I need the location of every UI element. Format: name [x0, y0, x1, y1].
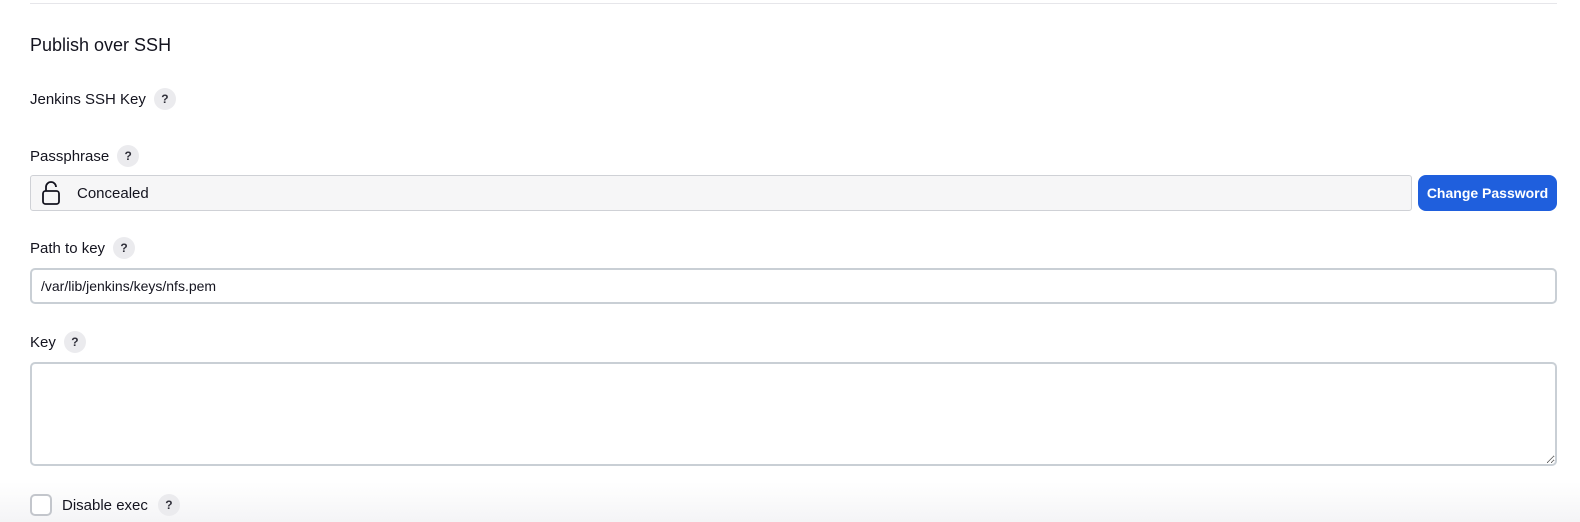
jenkins-ssh-key-label: Jenkins SSH Key — [30, 90, 146, 108]
lock-icon — [41, 180, 61, 206]
jenkins-ssh-key-help-icon[interactable]: ? — [153, 88, 176, 110]
passphrase-label-row: Passphrase ? — [30, 145, 140, 167]
section-divider — [30, 3, 1557, 4]
path-to-key-help-icon[interactable]: ? — [113, 237, 136, 259]
key-help-icon[interactable]: ? — [63, 331, 86, 353]
disable-exec-checkbox[interactable] — [30, 494, 52, 516]
key-textarea[interactable] — [30, 362, 1557, 466]
passphrase-concealed-text: Concealed — [77, 184, 149, 202]
change-password-button[interactable]: Change Password — [1418, 175, 1557, 211]
passphrase-help-icon[interactable]: ? — [117, 145, 140, 167]
passphrase-concealed-field: Concealed — [30, 175, 1412, 211]
path-to-key-input[interactable] — [30, 268, 1557, 304]
key-label: Key — [30, 333, 56, 351]
bottom-bar-shadow — [0, 482, 1580, 522]
passphrase-label: Passphrase — [30, 147, 110, 165]
jenkins-ssh-key-label-row: Jenkins SSH Key ? — [30, 88, 176, 110]
disable-exec-row: Disable exec ? — [30, 494, 180, 516]
section-title: Publish over SSH — [30, 35, 172, 55]
path-to-key-label: Path to key — [30, 239, 106, 257]
key-label-row: Key ? — [30, 331, 86, 353]
disable-exec-label: Disable exec — [62, 496, 148, 514]
path-to-key-label-row: Path to key ? — [30, 237, 136, 259]
disable-exec-help-icon[interactable]: ? — [157, 494, 180, 516]
